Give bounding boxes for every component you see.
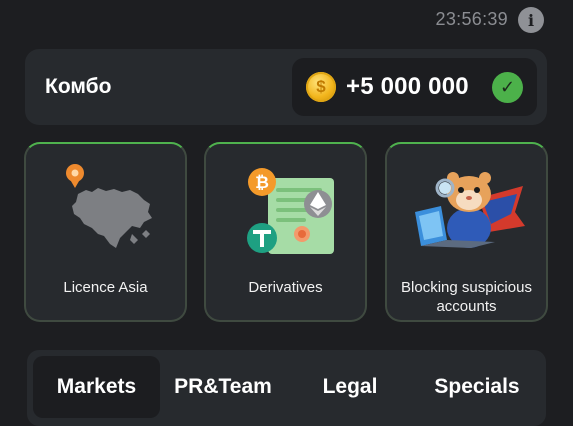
card-derivatives[interactable]: ₿ Derivatives xyxy=(204,142,367,322)
card-blocking-suspicious-accounts[interactable]: Blocking suspicious accounts xyxy=(385,142,548,322)
card-label: Blocking suspicious accounts xyxy=(401,279,532,315)
hamster-laptop-icon xyxy=(415,172,525,248)
card-licence-asia[interactable]: Licence Asia xyxy=(24,142,187,322)
card-label: Licence Asia xyxy=(63,279,148,296)
combo-panel: Комбо $ +5 000 000 ✓ xyxy=(25,49,547,125)
tab-specials[interactable]: Specials xyxy=(414,356,540,418)
asia-map-icon xyxy=(66,164,152,248)
check-icon: ✓ xyxy=(492,72,523,103)
category-tabs: Markets PR&Team Legal Specials xyxy=(27,350,546,426)
info-icon[interactable]: i xyxy=(518,7,544,33)
combo-reward[interactable]: $ +5 000 000 ✓ xyxy=(292,58,537,116)
card-label: Derivatives xyxy=(248,279,323,296)
tab-legal[interactable]: Legal xyxy=(286,356,414,418)
reward-value: +5 000 000 xyxy=(346,73,469,100)
countdown-timer: 23:56:39 xyxy=(435,9,508,29)
combo-label: Комбо xyxy=(45,75,112,98)
coin-icon: $ xyxy=(306,72,336,102)
svg-text:₿: ₿ xyxy=(255,173,269,192)
derivatives-document-icon: ₿ xyxy=(247,168,334,254)
tab-pr-team[interactable]: PR&Team xyxy=(160,356,286,418)
tab-markets[interactable]: Markets xyxy=(33,356,160,418)
